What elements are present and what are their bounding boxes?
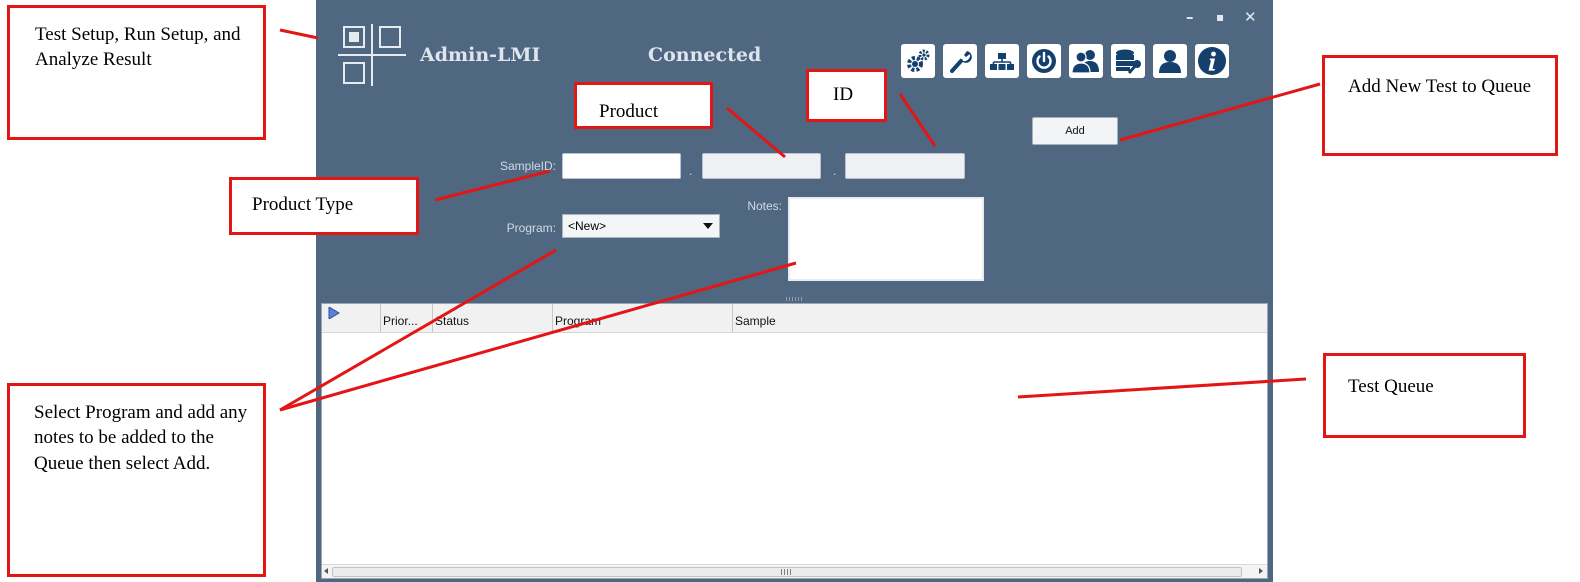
callout-text: Test Setup, Run Setup, and Analyze Resul… — [35, 24, 241, 71]
callout-text: Add New Test to Queue — [1348, 76, 1532, 97]
callout-add-new-test: Add New Test to Queue — [1322, 55, 1558, 156]
callout-product-type: Product Type — [229, 177, 419, 235]
callout-test-queue: Test Queue — [1323, 353, 1526, 438]
callout-text: Product — [599, 101, 659, 122]
callout-product: Product — [574, 82, 713, 129]
callout-text: Test Queue — [1348, 376, 1434, 397]
callout-test-setup: Test Setup, Run Setup, and Analyze Resul… — [7, 5, 266, 140]
callout-text: Select Program and add any notes to be a… — [34, 402, 248, 474]
callout-select-program: Select Program and add any notes to be a… — [7, 383, 266, 577]
callout-text: ID — [833, 84, 854, 105]
callout-text: Product Type — [252, 194, 354, 215]
callout-id: ID — [806, 69, 887, 122]
